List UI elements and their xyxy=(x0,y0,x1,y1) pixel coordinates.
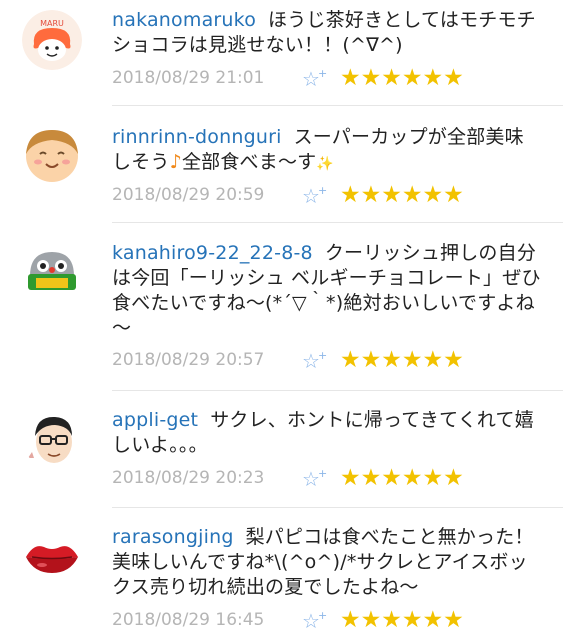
add-star-plus: + xyxy=(317,349,328,362)
smiling-face-avatar[interactable] xyxy=(22,124,82,184)
robot-avatar[interactable] xyxy=(22,242,82,302)
timestamp: 2018/08/29 20:57 xyxy=(112,350,265,370)
comment-body: rarasongjing 梨パピコは食べたこと無かった！美味しいんですね*\(^o… xyxy=(112,525,542,600)
svg-text:MARU: MARU xyxy=(40,19,64,28)
divider xyxy=(112,105,563,106)
maru-face-avatar[interactable]: MARU xyxy=(22,10,82,70)
comment-text-continued: 全部食べま～す xyxy=(181,151,317,173)
username-link[interactable]: nakanomaruko xyxy=(112,9,256,31)
timestamp: 2018/08/29 20:23 xyxy=(112,468,265,488)
add-star-plus: + xyxy=(317,67,328,80)
divider xyxy=(112,390,563,391)
add-star-icon[interactable]: ☆+ xyxy=(302,349,327,373)
comment-list: MARU nakanomaruko ほうじ茶好きとしてはモチモチショコラは見逃せな… xyxy=(0,0,563,640)
username-link[interactable]: appli-get xyxy=(112,409,198,431)
comment-body: nakanomaruko ほうじ茶好きとしてはモチモチショコラは見逃せない！！(^… xyxy=(112,8,542,58)
divider xyxy=(112,222,563,223)
timestamp: 2018/08/29 20:59 xyxy=(112,185,265,205)
comment-body: kanahiro9-22_22-8-8 クーリッシュ押しの自分は今回「ーリッシュ … xyxy=(112,241,542,341)
star-rating: ★★★★★★ xyxy=(340,465,464,491)
username-link[interactable]: rarasongjing xyxy=(112,526,234,548)
comment-body: rinnrinn-donnguri スーパーカップが全部美味しそう♪全部食べま～す… xyxy=(112,125,542,177)
add-star-plus: + xyxy=(317,467,328,480)
username-link[interactable]: kanahiro9-22_22-8-8 xyxy=(112,242,313,264)
comment-meta: 2018/08/29 16:45 ☆+ ★★★★★★ xyxy=(112,607,532,636)
add-star-icon[interactable]: ☆+ xyxy=(302,67,327,91)
comment-meta: 2018/08/29 21:01 ☆+ ★★★★★★ xyxy=(112,65,532,94)
add-star-icon[interactable]: ☆+ xyxy=(302,609,327,633)
comment-body: appli-get サクレ、ホントに帰ってきてくれて嬉しいよ。。。 xyxy=(112,408,542,458)
music-note-icon: ♪ xyxy=(169,151,182,173)
divider xyxy=(112,507,563,508)
comment-meta: 2018/08/29 20:59 ☆+ ★★★★★★ xyxy=(112,182,532,211)
star-rating: ★★★★★★ xyxy=(340,65,464,91)
comment-meta: 2018/08/29 20:23 ☆+ ★★★★★★ xyxy=(112,465,532,494)
add-star-plus: + xyxy=(317,184,328,197)
star-rating: ★★★★★★ xyxy=(340,182,464,208)
star-rating: ★★★★★★ xyxy=(340,347,464,373)
star-rating: ★★★★★★ xyxy=(340,607,464,633)
sparkle-icon: ✨ xyxy=(316,156,334,172)
username-link[interactable]: rinnrinn-donnguri xyxy=(112,126,282,148)
comment-meta: 2018/08/29 20:57 ☆+ ★★★★★★ xyxy=(112,347,532,376)
timestamp: 2018/08/29 21:01 xyxy=(112,68,265,88)
add-star-icon[interactable]: ☆+ xyxy=(302,467,327,491)
add-star-plus: + xyxy=(317,609,328,622)
lips-avatar[interactable] xyxy=(22,527,82,587)
add-star-icon[interactable]: ☆+ xyxy=(302,184,327,208)
timestamp: 2018/08/29 16:45 xyxy=(112,610,265,630)
glasses-man-avatar[interactable] xyxy=(22,408,82,468)
